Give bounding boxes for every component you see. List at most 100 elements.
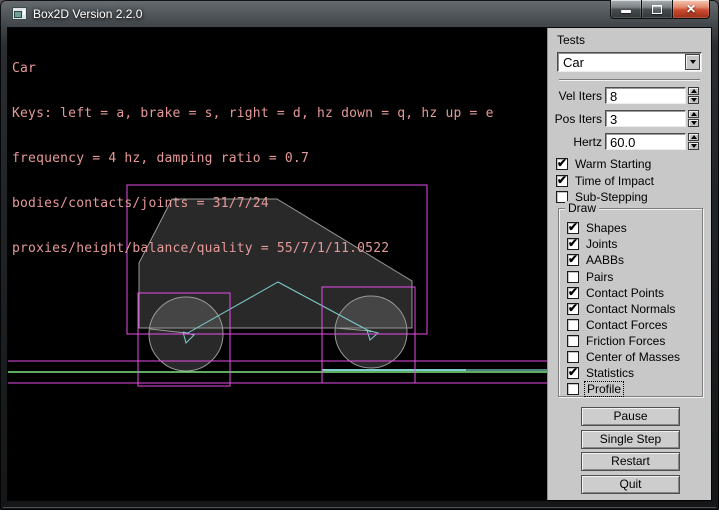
minimize-button[interactable] <box>610 0 642 19</box>
title-bar[interactable]: Box2D Version 2.2.0 ✕ <box>0 0 719 28</box>
hertz-field[interactable]: 60.0 <box>605 133 686 150</box>
pos-iters-field[interactable]: 3 <box>605 110 686 127</box>
checkbox-box[interactable]: ✔ <box>567 303 579 315</box>
maximize-icon <box>652 5 662 14</box>
hertz-row: Hertz 60.0 <box>548 133 712 150</box>
hertz-spin-up[interactable] <box>688 133 699 141</box>
checkbox-center-of-masses[interactable]: Center of Masses <box>567 350 680 363</box>
pos-iters-row: Pos Iters 3 <box>548 110 712 127</box>
checkbox-joints[interactable]: ✔ Joints <box>567 237 617 250</box>
checkbox-label: Center of Masses <box>586 350 680 364</box>
window-title: Box2D Version 2.2.0 <box>33 7 142 21</box>
window-controls: ✕ <box>610 0 710 19</box>
check-mark: ✔ <box>568 236 578 250</box>
check-mark: ✔ <box>568 252 578 266</box>
checkbox-label: Joints <box>586 237 617 251</box>
test-title-line: Car <box>12 61 494 76</box>
vel-iters-spin-down[interactable] <box>688 96 699 104</box>
debug-text: Car Keys: left = a, brake = s, right = d… <box>12 31 494 286</box>
checkbox-profile[interactable]: Profile <box>567 382 624 395</box>
app-window: Box2D Version 2.2.0 ✕ Car Keys: left = a… <box>0 0 719 510</box>
checkbox-box[interactable]: ✔ <box>567 238 579 250</box>
pos-iters-spin-up[interactable] <box>688 110 699 118</box>
check-mark: ✔ <box>568 285 578 299</box>
app-icon <box>12 7 27 20</box>
checkbox-box[interactable] <box>567 271 579 283</box>
checkbox-label: Shapes <box>586 221 627 235</box>
tests-dropdown[interactable]: Car <box>557 52 702 72</box>
checkbox-box[interactable] <box>567 351 579 363</box>
vel-iters-field[interactable]: 8 <box>605 87 686 104</box>
quit-button[interactable]: Quit <box>581 475 680 494</box>
checkbox-shapes[interactable]: ✔ Shapes <box>567 221 627 234</box>
checkbox-contact-points[interactable]: ✔ Contact Points <box>567 286 664 299</box>
checkbox-friction-forces[interactable]: Friction Forces <box>567 334 665 347</box>
pos-iters-spinner <box>688 110 699 127</box>
vel-iters-label: Vel Iters <box>548 89 602 103</box>
hertz-spinner <box>688 133 699 150</box>
simulation-viewport[interactable]: Car Keys: left = a, brake = s, right = d… <box>8 28 547 500</box>
checkbox-pairs[interactable]: Pairs <box>567 270 613 283</box>
checkbox-label: Statistics <box>586 366 634 380</box>
vel-iters-row: Vel Iters 8 <box>548 87 712 104</box>
checkbox-statistics[interactable]: ✔ Statistics <box>567 366 634 379</box>
draw-group: Draw ✔ Shapes ✔ Joints ✔ AABBs Pairs <box>558 208 703 397</box>
bodies-line: bodies/contacts/joints = 31/7/24 <box>12 196 494 211</box>
arrow-up-icon <box>691 89 697 93</box>
restart-button[interactable]: Restart <box>581 452 680 471</box>
arrow-up-icon <box>691 135 697 139</box>
separator <box>559 79 700 81</box>
proxies-line: proxies/height/balance/quality = 55/7/1/… <box>12 241 494 256</box>
checkbox-box[interactable] <box>567 383 579 395</box>
minimize-icon <box>621 10 631 13</box>
checkbox-label: Contact Points <box>586 286 664 300</box>
check-mark: ✔ <box>568 365 578 379</box>
close-button[interactable]: ✕ <box>672 0 710 19</box>
single-step-button[interactable]: Single Step <box>581 430 680 449</box>
vel-iters-spinner <box>688 87 699 104</box>
tests-dropdown-button[interactable] <box>685 54 700 70</box>
pause-button[interactable]: Pause <box>581 407 680 426</box>
checkbox-box[interactable]: ✔ <box>567 287 579 299</box>
close-icon: ✕ <box>686 3 696 15</box>
checkbox-box[interactable]: ✔ <box>567 367 579 379</box>
arrow-down-icon <box>691 98 697 102</box>
checkbox-box[interactable]: ✔ <box>556 175 568 187</box>
checkbox-box[interactable] <box>567 319 579 331</box>
checkbox-aabbs[interactable]: ✔ AABBs <box>567 253 624 266</box>
tests-dropdown-value: Car <box>563 55 584 70</box>
vel-iters-value: 8 <box>610 89 617 104</box>
pos-iters-label: Pos Iters <box>548 112 602 126</box>
check-mark: ✔ <box>568 220 578 234</box>
vel-iters-spin-up[interactable] <box>688 87 699 95</box>
checkbox-contact-normals[interactable]: ✔ Contact Normals <box>567 302 675 315</box>
checkbox-label: Warm Starting <box>575 157 651 171</box>
tests-label: Tests <box>557 33 585 47</box>
checkbox-box[interactable]: ✔ <box>567 254 579 266</box>
check-mark: ✔ <box>568 301 578 315</box>
maximize-button[interactable] <box>641 0 673 19</box>
checkbox-box[interactable]: ✔ <box>567 222 579 234</box>
arrow-down-icon <box>691 121 697 125</box>
checkbox-box[interactable] <box>567 335 579 347</box>
checkbox-label: Pairs <box>586 270 613 284</box>
app-icon-screen <box>14 11 22 18</box>
checkbox-contact-forces[interactable]: Contact Forces <box>567 318 667 331</box>
hertz-value: 60.0 <box>610 135 635 150</box>
hertz-label: Hertz <box>548 135 602 149</box>
check-mark: ✔ <box>557 156 567 170</box>
checkbox-box[interactable]: ✔ <box>556 158 568 170</box>
checkbox-warm-starting[interactable]: ✔ Warm Starting <box>556 157 651 170</box>
frequency-line: frequency = 4 hz, damping ratio = 0.7 <box>12 151 494 166</box>
checkbox-label: Friction Forces <box>586 334 665 348</box>
check-mark: ✔ <box>557 173 567 187</box>
app-icon-led <box>23 10 25 15</box>
checkbox-label: Contact Normals <box>586 302 675 316</box>
checkbox-label: Time of Impact <box>575 174 654 188</box>
checkbox-label: Profile <box>584 381 624 397</box>
checkbox-label: Contact Forces <box>586 318 667 332</box>
checkbox-time-of-impact[interactable]: ✔ Time of Impact <box>556 174 654 187</box>
hertz-spin-down[interactable] <box>688 142 699 150</box>
pos-iters-spin-down[interactable] <box>688 119 699 127</box>
checkbox-label: AABBs <box>586 253 624 267</box>
